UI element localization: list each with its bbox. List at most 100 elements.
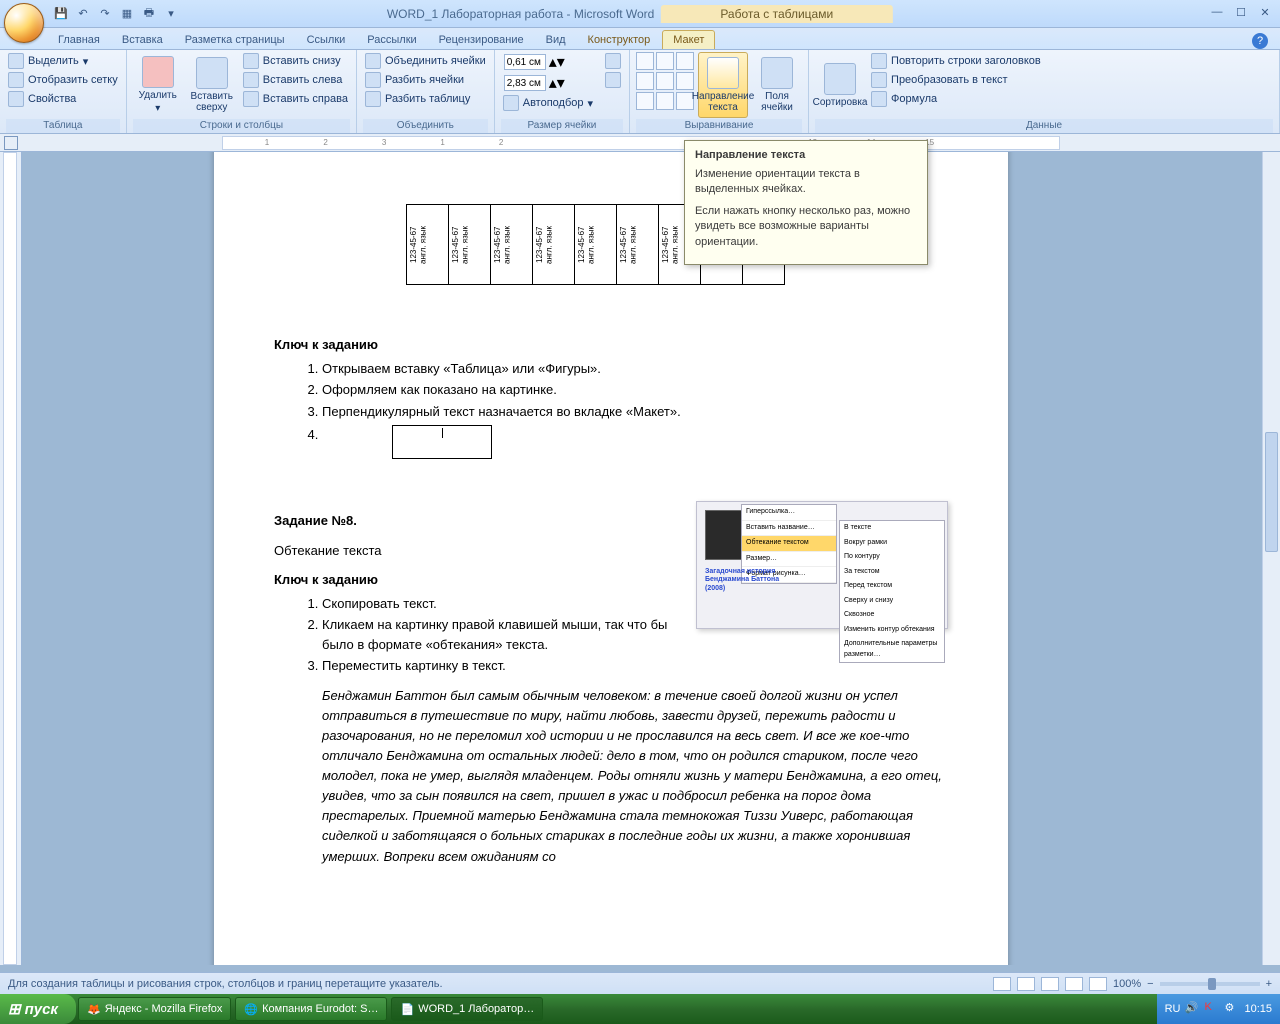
properties-button[interactable]: Свойства	[6, 90, 120, 108]
tray-icon[interactable]: ⚙	[1224, 1001, 1240, 1017]
col-width[interactable]: ▴▾	[501, 73, 595, 93]
zoom-slider[interactable]	[1160, 982, 1260, 986]
insert-left-button[interactable]: Вставить слева	[241, 71, 350, 89]
ruler-corner[interactable]	[4, 136, 18, 150]
align-mc[interactable]	[656, 72, 674, 90]
system-tray: RU 🔊 K ⚙ 10:15	[1157, 994, 1280, 1024]
language-indicator[interactable]: RU	[1165, 1003, 1181, 1015]
empty-table-cell[interactable]	[392, 425, 492, 459]
tab-mailings[interactable]: Рассылки	[357, 31, 426, 49]
vertical-ruler[interactable]	[0, 152, 22, 965]
split-cells-button[interactable]: Разбить ячейки	[363, 71, 488, 89]
tab-home[interactable]: Главная	[48, 31, 110, 49]
text-direction-icon	[707, 57, 739, 89]
tab-design[interactable]: Конструктор	[578, 31, 661, 49]
start-button[interactable]: ⊞ пуск	[0, 994, 76, 1024]
save-icon[interactable]: 💾	[52, 5, 70, 23]
qat-icon[interactable]: 🖶	[140, 5, 158, 23]
tab-review[interactable]: Рецензирование	[429, 31, 534, 49]
align-tl[interactable]	[636, 52, 654, 70]
statusbar: Для создания таблицы и рисования строк, …	[0, 972, 1280, 994]
split-table-icon	[365, 91, 381, 107]
tray-icon[interactable]: 🔊	[1184, 1001, 1200, 1017]
help-icon[interactable]: ?	[1252, 33, 1268, 49]
clock[interactable]: 10:15	[1244, 1003, 1272, 1015]
tooltip-body: Если нажать кнопку несколько раз, можно …	[695, 204, 917, 250]
tab-references[interactable]: Ссылки	[297, 31, 356, 49]
convert-icon	[871, 72, 887, 88]
delete-button[interactable]: Удалить▾	[133, 52, 183, 118]
taskbar-item[interactable]: 📄 WORD_1 Лаборатор…	[391, 997, 543, 1021]
align-mr[interactable]	[676, 72, 694, 90]
split-table-button[interactable]: Разбить таблицу	[363, 90, 488, 108]
taskbar-item[interactable]: 🌐 Компания Eurodot: S…	[235, 997, 387, 1021]
tab-insert[interactable]: Вставка	[112, 31, 173, 49]
qat-icon[interactable]: ▦	[118, 5, 136, 23]
quick-access-toolbar: 💾 ↶ ↷ ▦ 🖶 ▾	[52, 5, 180, 23]
align-bl[interactable]	[636, 92, 654, 110]
tab-pagelayout[interactable]: Разметка страницы	[175, 31, 295, 49]
window-controls: — ☐ ✕	[1206, 4, 1276, 20]
zoom-level[interactable]: 100%	[1113, 978, 1141, 990]
text-direction-button[interactable]: Направление текста	[698, 52, 748, 118]
story-paragraph: Бенджамин Баттон был самым обычным челов…	[322, 686, 948, 867]
insert-below-button[interactable]: Вставить снизу	[241, 52, 350, 70]
insert-above-button[interactable]: Вставить сверху	[187, 52, 237, 118]
repeat-header-button[interactable]: Повторить строки заголовков	[869, 52, 1043, 70]
ribbon-tabs: Главная Вставка Разметка страницы Ссылки…	[0, 28, 1280, 50]
convert-text-button[interactable]: Преобразовать в текст	[869, 71, 1043, 89]
align-bc[interactable]	[656, 92, 674, 110]
align-ml[interactable]	[636, 72, 654, 90]
workspace: ☎1 123-45-67англ. язык 123-45-67англ. яз…	[0, 152, 1280, 965]
tab-view[interactable]: Вид	[536, 31, 576, 49]
undo-icon[interactable]: ↶	[74, 5, 92, 23]
merge-icon	[365, 53, 381, 69]
status-message: Для создания таблицы и рисования строк, …	[8, 978, 443, 990]
align-tc[interactable]	[656, 52, 674, 70]
cell-margins-button[interactable]: Поля ячейки	[752, 52, 802, 118]
maximize-button[interactable]: ☐	[1230, 4, 1252, 20]
insert-right-button[interactable]: Вставить справа	[241, 90, 350, 108]
formula-button[interactable]: Формула	[869, 90, 1043, 108]
view-web[interactable]	[1041, 977, 1059, 991]
distribute-cols-button[interactable]	[603, 71, 623, 89]
distribute-rows-button[interactable]	[603, 52, 623, 70]
zoom-out[interactable]: −	[1147, 978, 1153, 990]
horizontal-ruler[interactable]: 12312 131415	[0, 134, 1280, 152]
minimize-button[interactable]: —	[1206, 4, 1228, 20]
tray-icon[interactable]: K	[1204, 1001, 1220, 1017]
section-heading: Ключ к заданию	[274, 335, 948, 355]
vertical-scrollbar[interactable]	[1262, 152, 1280, 965]
split-icon	[365, 72, 381, 88]
tab-layout[interactable]: Макет	[662, 30, 715, 49]
context-tab-title: Работа с таблицами	[660, 5, 893, 23]
view-print-layout[interactable]	[993, 977, 1011, 991]
autofit-button[interactable]: Автоподбор ▾	[501, 94, 595, 112]
width-input[interactable]	[504, 75, 546, 91]
view-draft[interactable]	[1089, 977, 1107, 991]
document-area[interactable]: ☎1 123-45-67англ. язык 123-45-67англ. яз…	[22, 152, 1280, 965]
close-button[interactable]: ✕	[1254, 4, 1276, 20]
merge-cells-button[interactable]: Объединить ячейки	[363, 52, 488, 70]
view-fullscreen[interactable]	[1017, 977, 1035, 991]
height-input[interactable]	[504, 54, 546, 70]
sort-button[interactable]: Сортировка	[815, 52, 865, 118]
office-button[interactable]	[4, 3, 44, 43]
alignment-grid	[636, 52, 694, 110]
view-outline[interactable]	[1065, 977, 1083, 991]
distribute-rows-icon	[605, 53, 621, 69]
insert-above-icon	[196, 57, 228, 89]
taskbar-item[interactable]: 🦊 Яндекс - Mozilla Firefox	[78, 997, 231, 1021]
formula-icon	[871, 91, 887, 107]
scrollbar-thumb[interactable]	[1265, 432, 1278, 552]
group-label: Выравнивание	[636, 119, 802, 133]
qat-dropdown-icon[interactable]: ▾	[162, 5, 180, 23]
redo-icon[interactable]: ↷	[96, 5, 114, 23]
show-grid-button[interactable]: Отобразить сетку	[6, 71, 120, 89]
align-tr[interactable]	[676, 52, 694, 70]
row-height[interactable]: ▴▾	[501, 52, 595, 72]
tooltip-title: Направление текста	[695, 149, 917, 161]
zoom-in[interactable]: +	[1266, 978, 1272, 990]
autofit-icon	[503, 95, 519, 111]
select-button[interactable]: Выделить ▾	[6, 52, 120, 70]
